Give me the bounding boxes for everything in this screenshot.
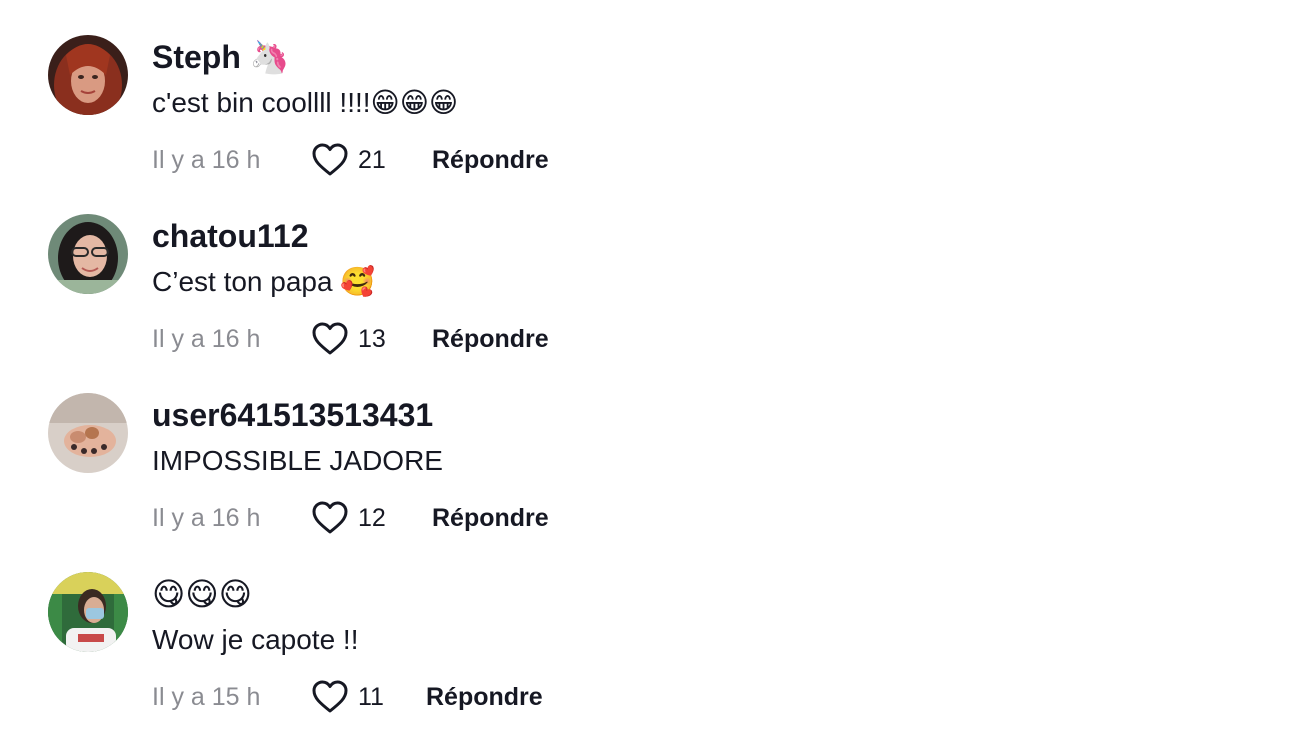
- heart-icon: [312, 501, 348, 534]
- comment-username[interactable]: 😋😋😋: [152, 574, 252, 614]
- comment-item: 😋😋😋 Wow je capote !! Il y a 15 h 11 Répo…: [48, 572, 948, 722]
- like-count: 11: [358, 682, 384, 711]
- comment-username[interactable]: user641513513431: [152, 395, 433, 435]
- comment-meta: Il y a 15 h 11 Répondre: [152, 679, 543, 715]
- like-button[interactable]: 11: [312, 680, 426, 714]
- username-text: 😋😋😋: [152, 575, 253, 613]
- comment-meta: Il y a 16 h 13 Répondre: [152, 321, 549, 357]
- heart-icon: [312, 143, 348, 176]
- heart-icon: [312, 680, 348, 713]
- username-text: user641513513431: [152, 397, 434, 433]
- comment-meta: Il y a 16 h 12 Répondre: [152, 500, 549, 536]
- comment-meta: Il y a 16 h 21 Répondre: [152, 142, 549, 178]
- avatar-image: [48, 35, 128, 115]
- like-count: 21: [358, 145, 386, 174]
- comment-text: IMPOSSIBLE JADORE: [152, 445, 443, 476]
- avatar-image: [48, 393, 128, 473]
- like-button[interactable]: 12: [312, 501, 432, 535]
- comment-list: Steph 🦄 c'est bin coollll !!!!😁😁😁 Il y a…: [0, 0, 1292, 736]
- comment-timestamp: Il y a 16 h: [152, 145, 261, 174]
- avatar[interactable]: [48, 214, 128, 294]
- avatar-image: [48, 572, 128, 652]
- like-button[interactable]: 13: [312, 322, 432, 356]
- comment-item: Steph 🦄 c'est bin coollll !!!!😁😁😁 Il y a…: [48, 35, 948, 185]
- comment-timestamp: Il y a 16 h: [152, 324, 261, 353]
- username-emoji: 🦄: [249, 38, 290, 76]
- comment-text: Wow je capote !!: [152, 624, 359, 655]
- reply-button[interactable]: Répondre: [432, 325, 549, 354]
- comment-username[interactable]: Steph 🦄: [152, 37, 290, 77]
- comment-timestamp: Il y a 15 h: [152, 682, 261, 711]
- avatar-image: [48, 214, 128, 294]
- comment-item: chatou112 C’est ton papa 🥰 Il y a 16 h 1…: [48, 214, 948, 364]
- reply-button[interactable]: Répondre: [432, 504, 549, 533]
- avatar[interactable]: [48, 393, 128, 473]
- comment-item: user641513513431 IMPOSSIBLE JADORE Il y …: [48, 393, 948, 543]
- username-text: Steph: [152, 39, 241, 75]
- reply-button[interactable]: Répondre: [426, 683, 543, 712]
- avatar[interactable]: [48, 35, 128, 115]
- username-text: chatou112: [152, 218, 309, 254]
- comment-text: c'est bin coollll !!!!😁😁😁: [152, 87, 459, 118]
- like-count: 13: [358, 324, 386, 353]
- reply-button[interactable]: Répondre: [432, 146, 549, 175]
- like-count: 12: [358, 503, 386, 532]
- comment-timestamp: Il y a 16 h: [152, 503, 261, 532]
- heart-icon: [312, 322, 348, 355]
- avatar[interactable]: [48, 572, 128, 652]
- comment-text: C’est ton papa 🥰: [152, 266, 376, 297]
- comment-username[interactable]: chatou112: [152, 216, 309, 256]
- like-button[interactable]: 21: [312, 143, 432, 177]
